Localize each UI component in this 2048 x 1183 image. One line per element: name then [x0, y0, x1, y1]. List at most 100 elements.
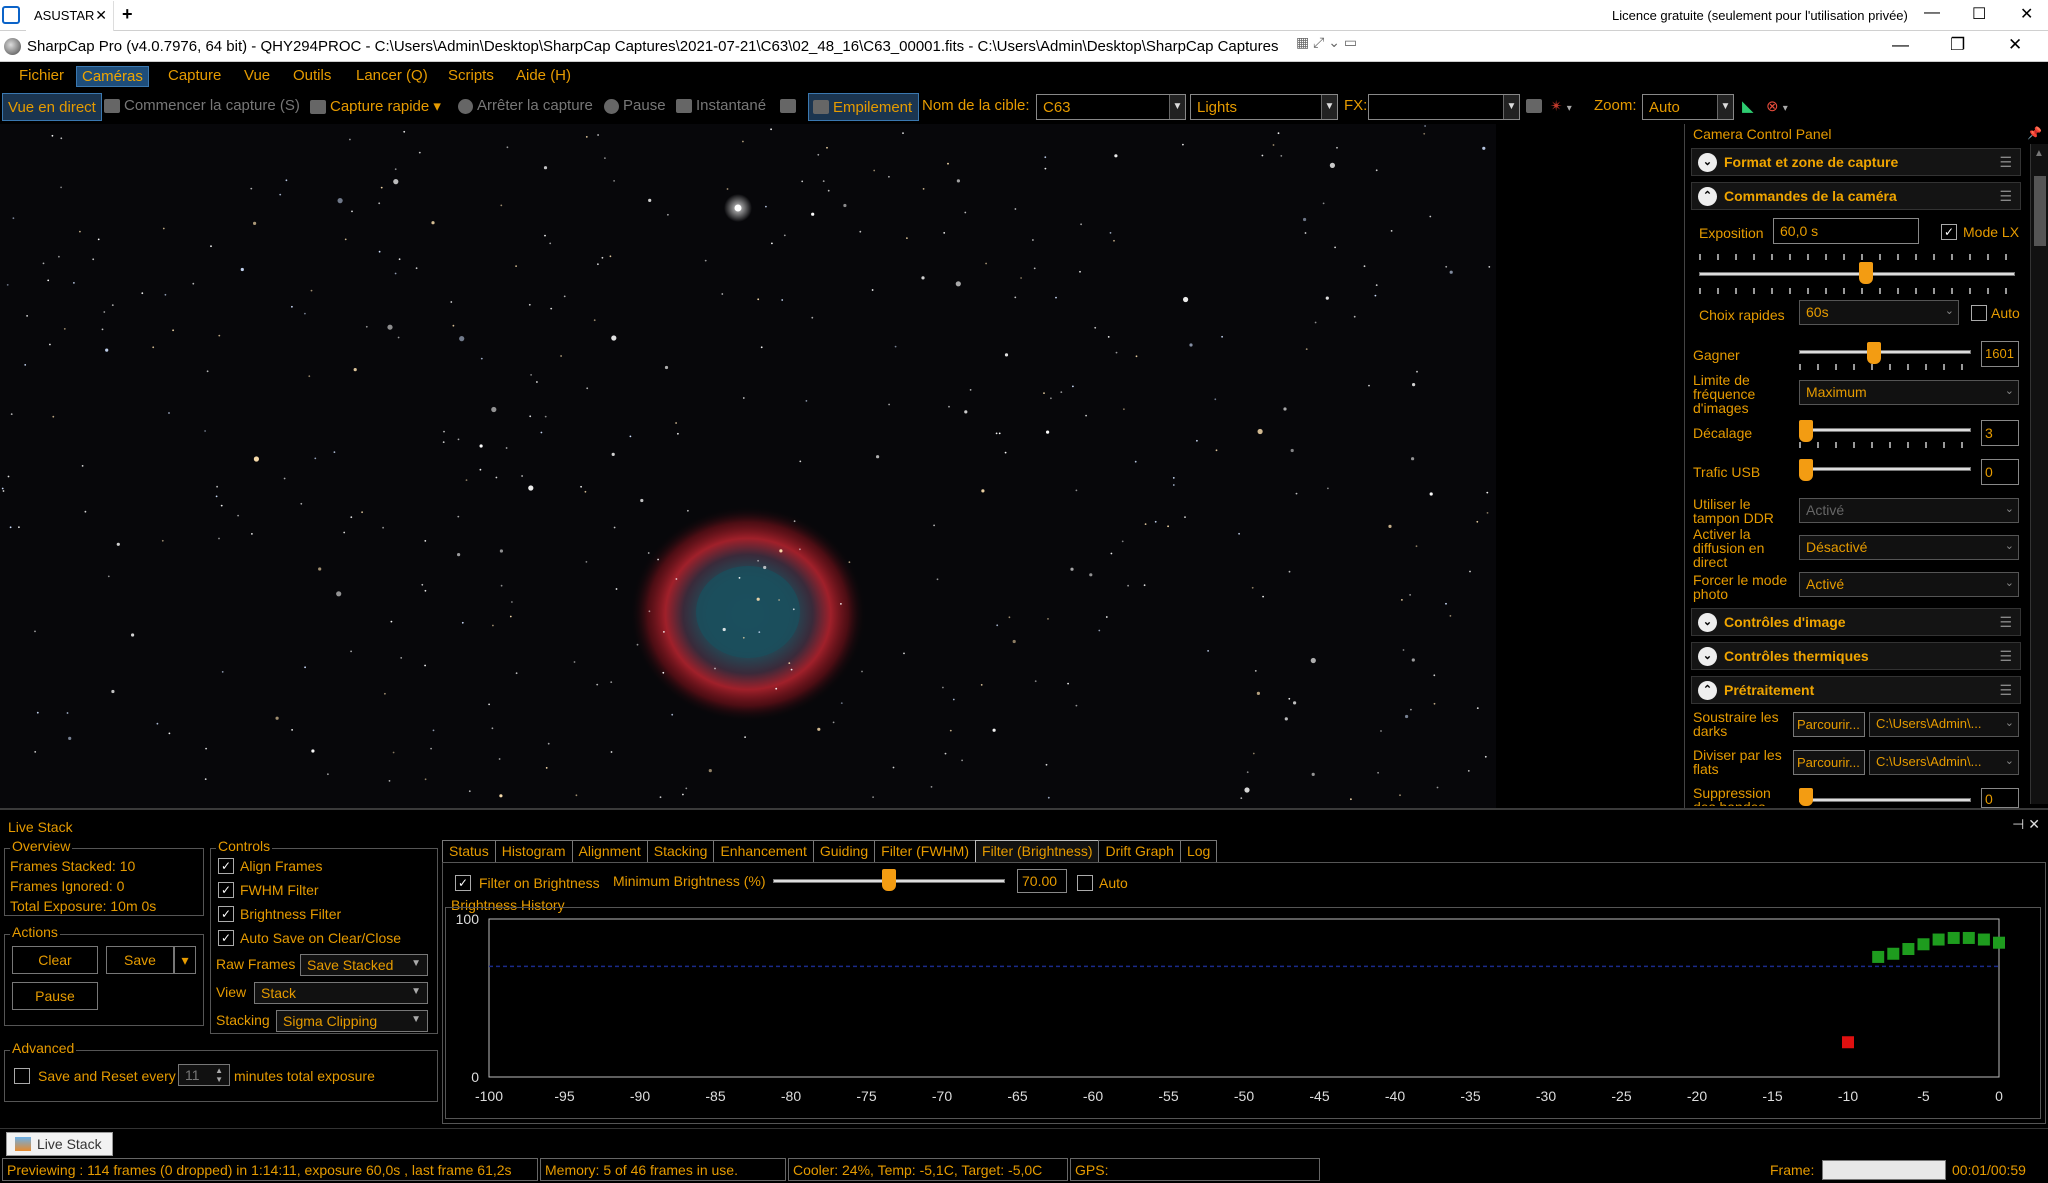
pause-button[interactable]: Pause [604, 97, 666, 114]
minimize-icon[interactable]: — [1924, 4, 1940, 22]
display-settings-icon[interactable] [780, 97, 800, 114]
darks-browse-button[interactable]: Parcourir... [1793, 712, 1865, 737]
menu-icon[interactable]: ☰ [1999, 682, 2012, 699]
section-preprocessing[interactable]: ⌃ Prétraitement ☰ [1691, 676, 2021, 704]
banding-slider-track[interactable] [1799, 798, 1971, 802]
pin-icon[interactable]: 📌 [2027, 126, 2042, 140]
usb-slider-track[interactable] [1799, 467, 1971, 471]
close-icon[interactable]: ⊣ ✕ [2012, 816, 2040, 833]
remote-toolbar-icon[interactable]: ▦ ⤢ ⌄ ▭ [1296, 34, 1357, 51]
chevron-down-icon[interactable]: ⌄ [1698, 613, 1717, 632]
chevron-down-icon[interactable]: ⌄ [2005, 539, 2014, 552]
tab-status[interactable]: Status [442, 840, 496, 862]
chevron-down-icon[interactable]: ▼ [411, 958, 421, 969]
tab-log[interactable]: Log [1179, 840, 1218, 862]
chevron-down-icon[interactable]: ▼ [1503, 95, 1519, 119]
brightness-filter-checkbox[interactable]: ✓ [218, 906, 234, 922]
close-tab-icon[interactable]: ✕ [95, 7, 107, 24]
quick-capture-button[interactable]: Capture rapide ▾ [310, 97, 441, 115]
tab-alignment[interactable]: Alignment [571, 840, 648, 862]
reticle-icon[interactable]: ✴ ▾ [1550, 97, 1572, 115]
target-name-combo[interactable]: C63 ▼ [1036, 94, 1186, 120]
menu-icon[interactable]: ☰ [1999, 614, 2012, 631]
autosave-checkbox[interactable]: ✓ [218, 930, 234, 946]
stacking-select[interactable]: Sigma Clipping ▼ [276, 1010, 428, 1032]
tab-filter-fwhm[interactable]: Filter (FWHM) [874, 840, 977, 862]
chevron-down-icon[interactable]: ⌄ [1945, 304, 1954, 317]
raw-frames-select[interactable]: Save Stacked ▼ [300, 954, 428, 976]
tab-stacking[interactable]: Stacking [646, 840, 715, 862]
exposure-slider-track[interactable] [1699, 272, 2015, 276]
tab-filter-brightness[interactable]: Filter (Brightness) [975, 840, 1100, 862]
view-select[interactable]: Stack ▼ [254, 982, 428, 1004]
min-brightness-input[interactable]: 70.00 [1017, 869, 1067, 893]
frame-type-select[interactable]: Lights ▼ [1190, 94, 1338, 120]
zoom-target-icon[interactable]: ⊗ ▾ [1766, 97, 1788, 115]
image-viewer[interactable] [0, 124, 1496, 808]
clear-button[interactable]: Clear [12, 946, 98, 974]
quick-choice-auto-checkbox[interactable] [1971, 305, 1987, 321]
save-button[interactable]: Save [106, 946, 174, 974]
panel-scrollbar[interactable]: ▲ [2030, 144, 2048, 804]
darks-path-select[interactable]: C:\Users\Admin\... ⌄ [1869, 712, 2019, 737]
offset-slider-thumb[interactable] [1799, 420, 1813, 442]
menu-scripts[interactable]: Scripts [448, 67, 494, 84]
framerate-select[interactable]: Maximum ⌄ [1799, 380, 2019, 405]
window-close-icon[interactable]: ✕ [2008, 35, 2022, 55]
fx-settings-icon[interactable] [1526, 97, 1546, 114]
chevron-up-icon[interactable]: ▲ [2034, 148, 2044, 159]
stepper-arrows-icon[interactable]: ▲ ▼ [215, 1066, 223, 1084]
offset-slider-track[interactable] [1799, 428, 1971, 432]
live-stack-task-button[interactable]: Live Stack [6, 1132, 113, 1156]
save-reset-checkbox[interactable] [14, 1068, 30, 1084]
pause-stack-button[interactable]: Pause [12, 982, 98, 1010]
tab-histogram[interactable]: Histogram [494, 840, 573, 862]
chevron-down-icon[interactable]: ⌄ [2005, 754, 2014, 767]
gain-input[interactable]: 1601 [1981, 341, 2019, 367]
menu-icon[interactable]: ☰ [1999, 188, 2012, 205]
lx-mode-checkbox[interactable]: ✓ [1941, 224, 1957, 240]
section-image-controls[interactable]: ⌄ Contrôles d'image ☰ [1691, 608, 2021, 636]
chevron-down-icon[interactable]: ⌄ [2005, 384, 2014, 397]
usb-slider-thumb[interactable] [1799, 459, 1813, 481]
tab-enhancement[interactable]: Enhancement [713, 840, 814, 862]
section-thermal-controls[interactable]: ⌄ Contrôles thermiques ☰ [1691, 642, 2021, 670]
chevron-down-icon[interactable]: ▼ [1169, 95, 1185, 119]
maximize-icon[interactable]: ☐ [1972, 4, 1986, 24]
menu-fichier[interactable]: Fichier [19, 67, 64, 84]
menu-vue[interactable]: Vue [244, 67, 270, 84]
flats-browse-button[interactable]: Parcourir... [1793, 750, 1865, 775]
chevron-down-icon[interactable]: ⌄ [1698, 153, 1717, 172]
menu-outils[interactable]: Outils [293, 67, 331, 84]
exposure-slider-thumb[interactable] [1859, 262, 1873, 284]
tab-asustar[interactable]: ASUSTAR ✕ [26, 1, 114, 31]
brightness-auto-checkbox[interactable] [1077, 875, 1093, 891]
chevron-down-icon[interactable]: ⌄ [2005, 716, 2014, 729]
live-view-button[interactable]: Vue en direct [2, 93, 102, 121]
chevron-down-icon[interactable]: ▼ [411, 1014, 421, 1025]
tab-guiding[interactable]: Guiding [812, 840, 876, 862]
filter-on-brightness-checkbox[interactable]: ✓ [455, 875, 471, 891]
chevron-down-icon[interactable]: ▼ [1321, 95, 1337, 119]
chevron-down-icon[interactable]: ⌄ [2005, 502, 2014, 515]
histogram-icon[interactable]: ◣ [1742, 97, 1754, 115]
menu-cameras[interactable]: Caméras [76, 66, 149, 87]
chevron-down-icon[interactable]: ▾ [433, 98, 441, 115]
photo-mode-select[interactable]: Activé ⌄ [1799, 572, 2019, 597]
banding-input[interactable]: 0 [1981, 788, 2019, 808]
stacking-button[interactable]: Empilement [808, 93, 920, 121]
window-minimize-icon[interactable]: — [1892, 35, 1909, 55]
fwhm-filter-checkbox[interactable]: ✓ [218, 882, 234, 898]
broadcast-select[interactable]: Désactivé ⌄ [1799, 535, 2019, 560]
chevron-down-icon[interactable]: ⌄ [1698, 647, 1717, 666]
snapshot-button[interactable]: Instantané [676, 97, 766, 114]
minutes-stepper[interactable]: 11 ▲ ▼ [178, 1064, 230, 1086]
tab-drift-graph[interactable]: Drift Graph [1098, 840, 1181, 862]
menu-lancer[interactable]: Lancer (Q) [356, 67, 428, 84]
scrollbar-thumb[interactable] [2034, 176, 2046, 246]
chevron-up-icon[interactable]: ⌃ [1698, 681, 1717, 700]
usb-input[interactable]: 0 [1981, 459, 2019, 485]
start-capture-button[interactable]: Commencer la capture (S) [104, 97, 300, 114]
zoom-select[interactable]: Auto ▼ [1642, 94, 1734, 120]
stop-capture-button[interactable]: Arrêter la capture [458, 97, 593, 114]
